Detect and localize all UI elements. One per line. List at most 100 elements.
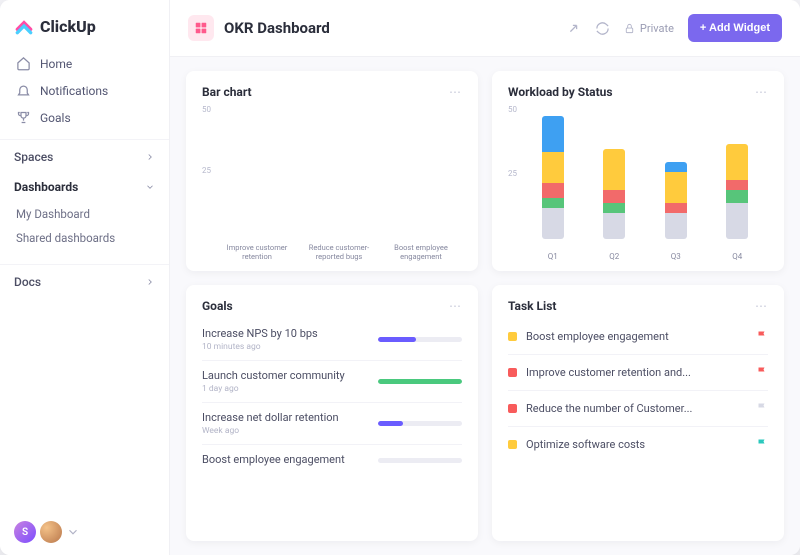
add-widget-button[interactable]: + Add Widget: [688, 14, 782, 42]
task-list: Boost employee engagement Improve custome…: [508, 319, 768, 462]
bar-segment: [665, 162, 687, 172]
card-title: Task List: [508, 299, 556, 313]
app-window: ClickUp Home Notifications Goals Spaces …: [0, 0, 800, 555]
task-item[interactable]: Boost employee engagement: [508, 319, 768, 355]
status-square-icon: [508, 440, 517, 449]
home-icon: [16, 56, 31, 71]
task-item[interactable]: Improve customer retention and...: [508, 355, 768, 391]
privacy-label: Private: [640, 22, 674, 35]
bar-segment: [542, 152, 564, 183]
bar-segment: [726, 180, 748, 190]
chevron-down-icon: [145, 182, 155, 192]
stacked-bar[interactable]: [726, 144, 748, 239]
chevron-down-icon[interactable]: [66, 525, 80, 539]
chevron-right-icon: [145, 152, 155, 162]
primary-nav: Home Notifications Goals: [0, 50, 169, 131]
subnav-my-dashboard[interactable]: My Dashboard: [14, 202, 155, 226]
nav-home[interactable]: Home: [10, 50, 159, 77]
nav-notifications[interactable]: Notifications: [10, 77, 159, 104]
goal-title: Launch customer community: [202, 369, 368, 382]
task-text: Improve customer retention and...: [526, 366, 747, 379]
nav-label: Home: [40, 57, 72, 71]
stacked-bar[interactable]: [603, 149, 625, 239]
goal-progress: [378, 421, 462, 426]
status-square-icon: [508, 368, 517, 377]
bar-label: Boost employee engagement: [386, 243, 456, 261]
stack-label: Q1: [542, 252, 564, 261]
section-label: Dashboards: [14, 180, 78, 194]
task-text: Optimize software costs: [526, 438, 747, 451]
stacked-bar[interactable]: [665, 162, 687, 239]
goals-card: Goals ⋯ Increase NPS by 10 bps 10 minutes…: [186, 285, 478, 541]
task-text: Reduce the number of Customer...: [526, 402, 747, 415]
flag-icon[interactable]: [756, 435, 768, 454]
trophy-icon: [16, 110, 31, 125]
bar-chart: 2550Improve customer retentionReduce cus…: [202, 105, 462, 261]
goal-title: Increase NPS by 10 bps: [202, 327, 368, 340]
bar-segment: [726, 203, 748, 239]
goal-progress: [378, 458, 462, 463]
task-list-card: Task List ⋯ Boost employee engagement Imp…: [492, 285, 784, 541]
avatar-photo[interactable]: [40, 521, 62, 543]
section-spaces[interactable]: Spaces: [0, 139, 169, 170]
bar-segment: [665, 203, 687, 213]
subnav-shared-dashboards[interactable]: Shared dashboards: [14, 226, 155, 250]
axis-tick: 50: [202, 105, 211, 114]
chevron-right-icon: [145, 277, 155, 287]
dashboard-header: OKR Dashboard Private + Add Widget: [170, 0, 800, 57]
goal-time: 10 minutes ago: [202, 342, 368, 352]
avatar-s[interactable]: S: [14, 521, 36, 543]
card-menu-icon[interactable]: ⋯: [449, 85, 462, 99]
expand-icon[interactable]: [566, 21, 581, 36]
stack-label: Q3: [665, 252, 687, 261]
task-text: Boost employee engagement: [526, 330, 747, 343]
flag-icon[interactable]: [756, 399, 768, 418]
goals-list: Increase NPS by 10 bps 10 minutes ago Laun…: [202, 319, 462, 476]
card-menu-icon[interactable]: ⋯: [449, 299, 462, 313]
bar-segment: [542, 208, 564, 239]
refresh-icon[interactable]: [595, 21, 610, 36]
main-area: OKR Dashboard Private + Add Widget Bar c…: [170, 0, 800, 555]
bar-segment: [603, 213, 625, 239]
card-menu-icon[interactable]: ⋯: [755, 299, 768, 313]
card-menu-icon[interactable]: ⋯: [755, 85, 768, 99]
goal-progress: [378, 379, 462, 384]
axis-tick: 25: [508, 169, 517, 178]
card-title: Goals: [202, 299, 233, 313]
card-title: Workload by Status: [508, 85, 613, 99]
stack-label: Q2: [603, 252, 625, 261]
axis-tick: 50: [508, 105, 517, 114]
bar-label: Improve customer retention: [222, 243, 292, 261]
task-item[interactable]: Optimize software costs: [508, 427, 768, 462]
section-docs[interactable]: Docs: [0, 264, 169, 295]
goal-time: Week ago: [202, 426, 368, 436]
workload-chart: 2550Q1Q2Q3Q4: [508, 105, 768, 261]
status-square-icon: [508, 404, 517, 413]
page-title: OKR Dashboard: [224, 19, 330, 37]
goal-time: 1 day ago: [202, 384, 368, 394]
goal-item[interactable]: Increase NPS by 10 bps 10 minutes ago: [202, 319, 462, 361]
goal-progress: [378, 337, 462, 342]
bar-segment: [726, 190, 748, 203]
flag-icon[interactable]: [756, 363, 768, 382]
brand-logo[interactable]: ClickUp: [0, 0, 169, 50]
status-square-icon: [508, 332, 517, 341]
goal-title: Increase net dollar retention: [202, 411, 368, 424]
section-label: Spaces: [14, 150, 53, 164]
nav-goals[interactable]: Goals: [10, 104, 159, 131]
section-dashboards[interactable]: Dashboards: [0, 170, 169, 200]
task-item[interactable]: Reduce the number of Customer...: [508, 391, 768, 427]
goal-item[interactable]: Launch customer community 1 day ago: [202, 361, 462, 403]
sidebar: ClickUp Home Notifications Goals Spaces …: [0, 0, 170, 555]
axis-tick: 25: [202, 166, 211, 175]
bar-segment: [603, 190, 625, 203]
card-title: Bar chart: [202, 85, 252, 99]
bar-segment: [603, 149, 625, 190]
goal-item[interactable]: Increase net dollar retention Week ago: [202, 403, 462, 445]
goal-item[interactable]: Boost employee engagement: [202, 445, 462, 476]
privacy-indicator[interactable]: Private: [624, 22, 674, 35]
stacked-bar[interactable]: [542, 116, 564, 239]
goal-title: Boost employee engagement: [202, 453, 368, 466]
clickup-logo-icon: [14, 16, 34, 36]
flag-icon[interactable]: [756, 327, 768, 346]
